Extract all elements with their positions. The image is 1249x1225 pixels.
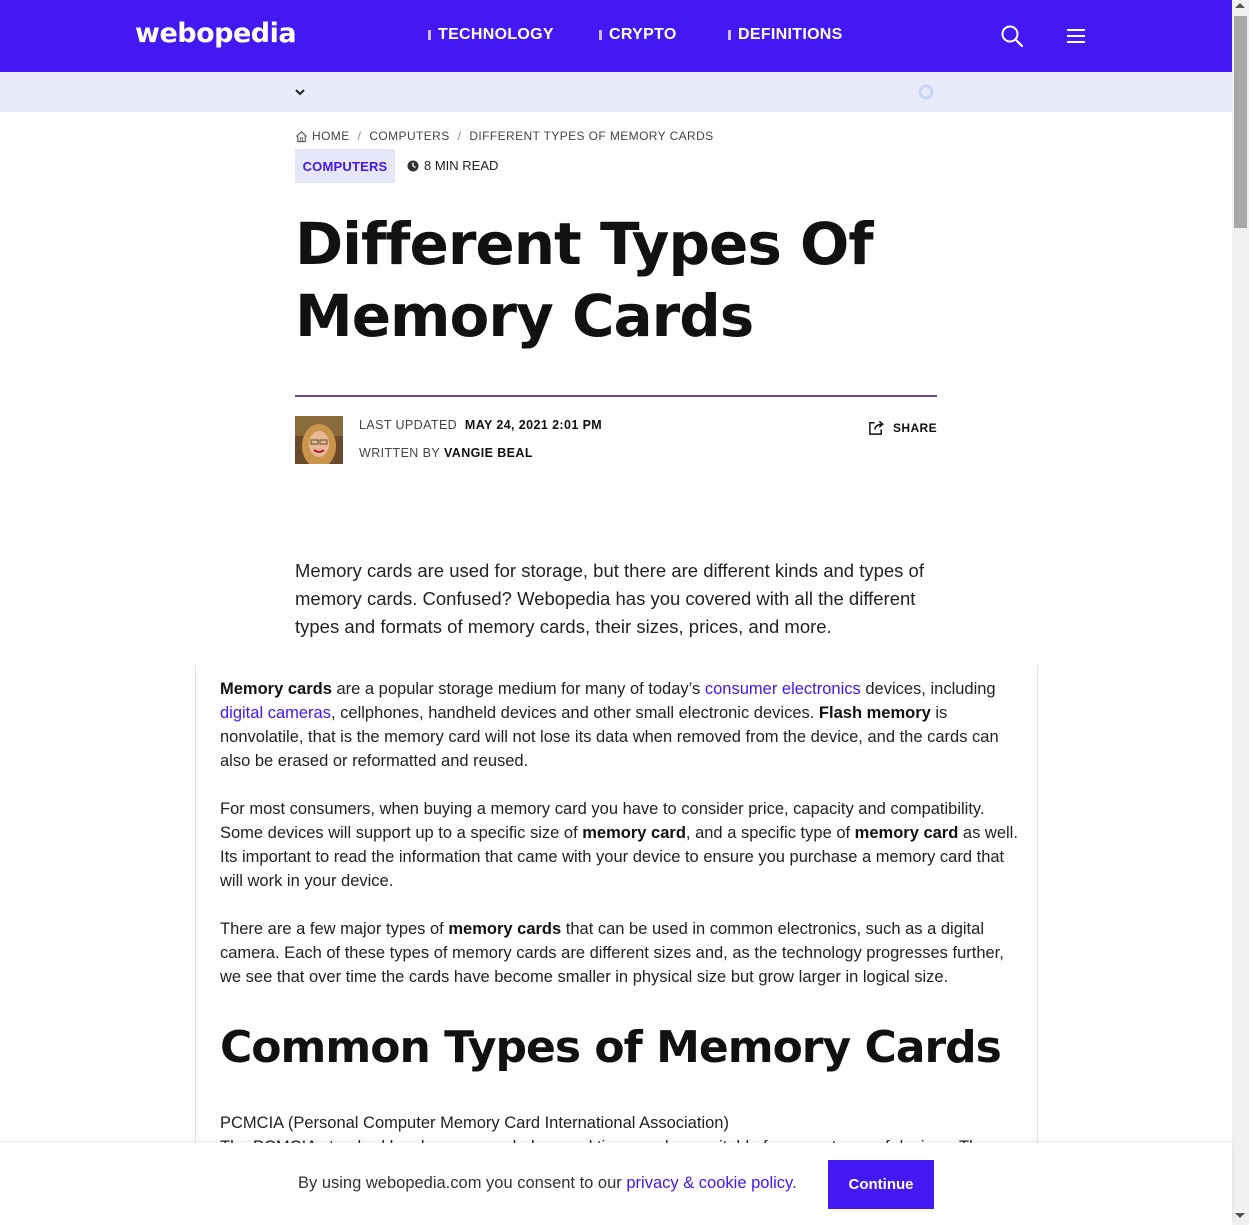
nav-link-label: CRYPTO <box>609 26 677 43</box>
article-lede: Memory cards are used for storage, but t… <box>295 560 924 637</box>
last-updated-label: LAST UPDATED <box>359 418 458 432</box>
nav-bullet-icon <box>428 30 431 40</box>
bold-term: Memory cards <box>220 680 332 698</box>
last-updated: LAST UPDATED MAY 24, 2021 2:01 PM <box>359 418 602 432</box>
written-by: WRITTEN BY VANGIE BEAL <box>359 446 533 460</box>
share-button[interactable]: SHARE <box>868 419 937 436</box>
nav-link-label: TECHNOLOGY <box>438 26 554 43</box>
link-digital-cameras[interactable]: digital cameras <box>220 704 331 722</box>
breadcrumb: HOME / COMPUTERS / DIFFERENT TYPES OF ME… <box>295 129 714 143</box>
article-title: Different Types Of Memory Cards <box>295 210 874 350</box>
secondary-bar <box>0 72 1232 112</box>
continue-button[interactable]: Continue <box>828 1160 934 1209</box>
cookie-text-span: By using webopedia.com you consent to ou… <box>298 1174 627 1192</box>
breadcrumb-separator: / <box>357 129 362 143</box>
hamburger-menu-icon[interactable] <box>1064 24 1088 48</box>
breadcrumb-home[interactable]: HOME <box>312 129 350 143</box>
pcmcia-heading: PCMCIA (Personal Computer Memory Card In… <box>220 1114 729 1132</box>
read-time-label: 8 MIN READ <box>424 158 499 173</box>
category-badge[interactable]: COMPUTERS <box>295 149 395 183</box>
text-span: devices, including <box>860 680 996 698</box>
bold-term: memory card <box>582 824 686 842</box>
author-avatar[interactable] <box>295 416 343 464</box>
text-span: are a popular storage medium for many of… <box>331 680 705 698</box>
nav-link-technology[interactable]: TECHNOLOGY <box>428 26 554 44</box>
written-by-label: WRITTEN BY <box>359 446 441 460</box>
cookie-consent-text: By using webopedia.com you consent to ou… <box>298 1174 797 1193</box>
site-logo[interactable]: webopedia <box>135 18 297 49</box>
home-icon <box>296 130 307 142</box>
scroll-up-arrow-icon[interactable] <box>1235 3 1245 8</box>
scroll-down-arrow-icon[interactable] <box>1235 1213 1245 1218</box>
text-span: , and a specific type of <box>685 824 855 842</box>
search-icon[interactable] <box>1000 24 1024 48</box>
body-paragraph-2: For most consumers, when buying a memory… <box>220 797 1020 893</box>
scrollbar-thumb[interactable] <box>1234 16 1247 228</box>
body-paragraph-3: There are a few major types of memory ca… <box>220 917 1020 989</box>
link-consumer-electronics[interactable]: consumer electronics <box>705 680 861 698</box>
text-span: There are a few major types of <box>220 920 449 938</box>
share-label: SHARE <box>893 420 938 435</box>
nav-bullet-icon <box>728 30 731 40</box>
last-updated-value: MAY 24, 2021 2:01 PM <box>464 418 603 432</box>
bold-term: Flash memory <box>818 704 931 722</box>
author-name[interactable]: VANGIE BEAL <box>444 446 533 460</box>
top-navigation: webopedia TECHNOLOGY CRYPTO DEFINITIONS <box>0 0 1232 72</box>
share-icon <box>869 420 884 435</box>
privacy-policy-link[interactable]: privacy & cookie policy <box>626 1174 792 1192</box>
loading-spinner-icon <box>918 84 934 100</box>
bold-term: memory cards <box>448 920 562 938</box>
text-span: , cellphones, handheld devices and other… <box>330 704 819 722</box>
author-photo <box>295 416 343 464</box>
body-paragraph-1: Memory cards are a popular storage mediu… <box>220 677 1020 773</box>
nav-link-label: DEFINITIONS <box>738 26 843 43</box>
nav-bullet-icon <box>599 30 602 40</box>
bold-term: memory card <box>854 824 959 842</box>
section-heading: Common Types of Memory Cards <box>220 1022 1002 1073</box>
breadcrumb-current[interactable]: DIFFERENT TYPES OF MEMORY CARDS <box>469 129 713 143</box>
title-divider <box>295 395 937 397</box>
nav-link-definitions[interactable]: DEFINITIONS <box>728 26 843 44</box>
cookie-text-span: . <box>792 1174 797 1192</box>
breadcrumb-separator: / <box>457 129 462 143</box>
read-time: 8 MIN READ <box>407 158 498 173</box>
breadcrumb-computers[interactable]: COMPUTERS <box>369 129 449 143</box>
chevron-down-icon[interactable] <box>292 84 308 100</box>
nav-link-crypto[interactable]: CRYPTO <box>599 26 677 44</box>
clock-icon <box>407 160 419 171</box>
